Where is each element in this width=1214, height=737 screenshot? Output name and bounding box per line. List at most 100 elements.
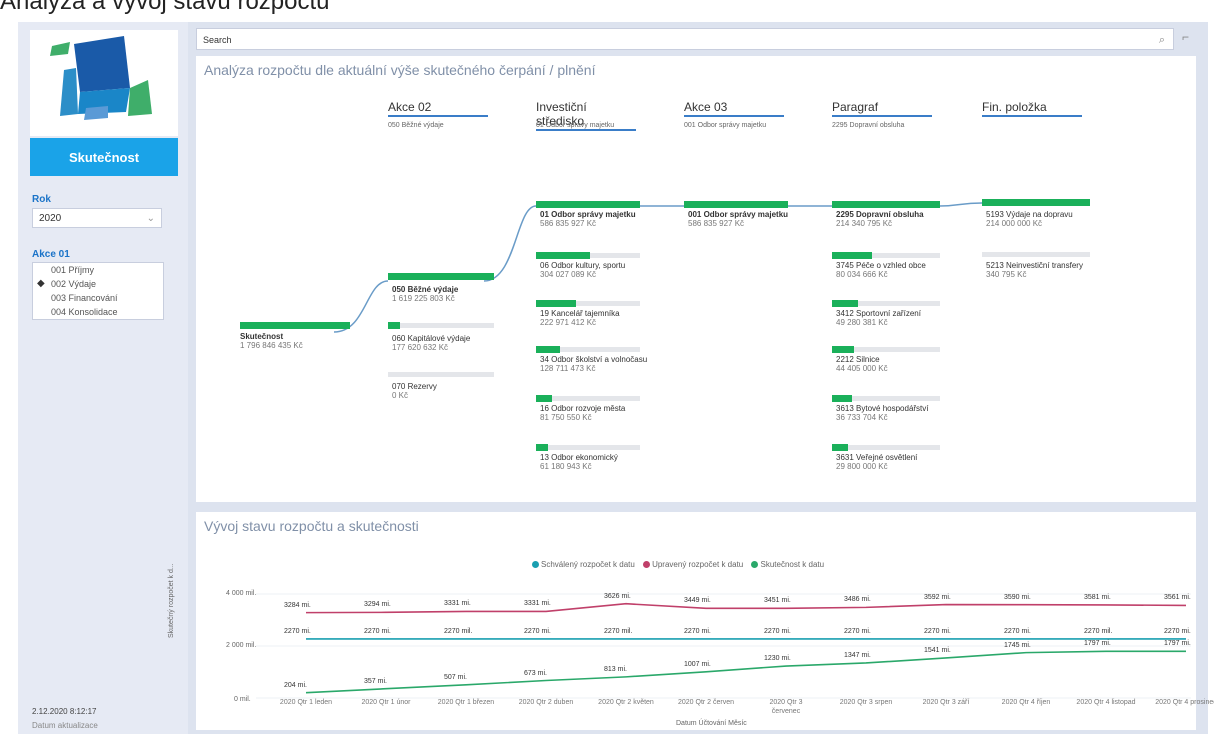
- data-label: 2270 mil.: [1084, 627, 1113, 635]
- tree-node[interactable]: 3613 Bytové hospodářství 36 733 704 Kč: [836, 404, 929, 422]
- tree-node[interactable]: 2295 Dopravní obsluha 214 340 795 Kč: [836, 210, 924, 228]
- x-tick-label: 2020 Qtr 1 březen: [437, 699, 495, 706]
- timestamp-label: Datum aktualizace: [32, 721, 98, 730]
- chevron-down-icon: ⌄: [146, 213, 155, 224]
- tree-node[interactable]: 06 Odbor kultury, sportu 304 027 089 Kč: [540, 261, 625, 279]
- data-label: 3331 mi.: [444, 600, 471, 608]
- tree-bar-bg: [576, 301, 640, 306]
- tree-bar: [832, 201, 940, 208]
- data-label: 1230 mi.: [764, 655, 791, 663]
- tree-bar-bg: [560, 347, 640, 352]
- x-tick-label: 2020 Qtr 4 prosinec: [1155, 699, 1214, 706]
- column-subheader: 2295 Dopravní obsluha: [832, 122, 905, 129]
- data-label: 2270 mil.: [604, 627, 633, 635]
- x-axis-label: Datum Účtování Měsíc: [676, 720, 747, 727]
- data-label: 2270 mi.: [284, 627, 311, 635]
- column-subheader: 050 Běžné výdaje: [388, 122, 444, 129]
- tree-bar: [684, 201, 788, 208]
- column-header-akce02[interactable]: Akce 02: [388, 100, 488, 117]
- tree-bar-bg: [548, 445, 640, 450]
- column-subheader: 01 Odbor správy majetku: [536, 122, 615, 129]
- tree-bar-bg: [854, 347, 940, 352]
- tree-bar: [832, 252, 872, 259]
- data-label: 2270 mil.: [444, 627, 473, 635]
- tree-node[interactable]: 050 Běžné výdaje 1 619 225 803 Kč: [392, 285, 458, 303]
- column-header-akce03[interactable]: Akce 03: [684, 100, 784, 117]
- tree-node[interactable]: 001 Odbor správy majetku 586 835 927 Kč: [688, 210, 788, 228]
- tree-bar: [982, 199, 1090, 206]
- tree-bar-bg: [858, 301, 940, 306]
- x-tick-label: 2020 Qtr 2 duben: [518, 699, 574, 706]
- tree-node[interactable]: 19 Kancelář tajemníka 222 971 412 Kč: [540, 309, 620, 327]
- akce-item[interactable]: 001 Příjmy: [33, 263, 163, 277]
- tree-node[interactable]: 060 Kapitálové výdaje 177 620 632 Kč: [392, 334, 470, 352]
- tree-bar: [536, 395, 552, 402]
- x-tick-label: 2020 Qtr 3 srpen: [839, 699, 893, 706]
- akce-slicer: 001 Příjmy ◆ 002 Výdaje 003 Financování 0…: [32, 262, 164, 320]
- tree-bar: [388, 273, 494, 280]
- data-label: 357 mi.: [364, 677, 387, 685]
- x-tick-label: 2020 Qtr 4 listopad: [1076, 699, 1136, 706]
- data-label: 1745 mi.: [1004, 641, 1031, 649]
- rok-value: 2020: [39, 213, 62, 224]
- data-label: 3449 mi.: [684, 597, 711, 605]
- tree-bar-bg: [848, 445, 940, 450]
- sidebar: Skutečnost Rok 2020 ⌄ Akce 01 001 Příjmy…: [18, 22, 188, 734]
- data-label: 3284 mi.: [284, 601, 311, 609]
- skutecnost-button[interactable]: Skutečnost: [30, 138, 178, 176]
- series-line[interactable]: [305, 602, 1187, 614]
- tree-node[interactable]: 3745 Péče o vzhled obce 80 034 666 Kč: [836, 261, 926, 279]
- logo-icon: [50, 36, 152, 120]
- y-axis-label: Skutečný rozpočet k d...: [168, 563, 175, 638]
- tree-node[interactable]: 5193 Výdaje na dopravu 214 000 000 Kč: [986, 210, 1073, 228]
- series-line[interactable]: [305, 650, 1186, 694]
- akce-item[interactable]: 004 Konsolidace: [33, 305, 163, 319]
- data-label: 3451 mi.: [764, 597, 791, 605]
- tree-node[interactable]: 3412 Sportovní zařízení 49 280 381 Kč: [836, 309, 921, 327]
- tree-node[interactable]: 01 Odbor správy majetku 586 835 927 Kč: [540, 210, 636, 228]
- column-header-fin-polozka[interactable]: Fin. položka: [982, 100, 1082, 117]
- tree-bar-bg: [982, 252, 1090, 257]
- data-label: 2270 mi.: [764, 627, 791, 635]
- data-label: 3626 mi.: [604, 592, 631, 600]
- tree-bar: [832, 300, 858, 307]
- data-label: 2270 mi.: [684, 627, 711, 635]
- x-tick-label: 2020 Qtr 3 září: [922, 699, 970, 706]
- column-subheader: 001 Odbor správy majetku: [684, 122, 767, 129]
- akce-item[interactable]: 003 Financování: [33, 291, 163, 305]
- data-label: 2270 mi.: [924, 627, 951, 635]
- tree-bar: [832, 395, 852, 402]
- tree-node[interactable]: 13 Odbor ekonomický 61 180 943 Kč: [540, 453, 618, 471]
- tree-bar: [536, 300, 576, 307]
- x-tick-label: 2020 Qtr 2 červen: [677, 699, 735, 706]
- tree-node[interactable]: 16 Odbor rozvoje města 81 750 550 Kč: [540, 404, 625, 422]
- arrow-icon[interactable]: ⌐: [1182, 30, 1189, 44]
- search-input[interactable]: Search ⌕: [196, 28, 1174, 50]
- data-label: 507 mi.: [444, 673, 467, 681]
- akce-label: Akce 01: [32, 249, 70, 260]
- data-label: 2270 mi.: [844, 627, 871, 635]
- page-title: Analýza a vývoj stavu rozpočtu: [0, 0, 330, 15]
- rok-dropdown[interactable]: 2020 ⌄: [32, 208, 162, 228]
- data-label: 3592 mi.: [924, 593, 951, 601]
- tree-node[interactable]: 5213 Neinvestiční transfery 340 795 Kč: [986, 261, 1083, 279]
- tree-node[interactable]: 070 Rezervy 0 Kč: [392, 382, 437, 400]
- tree-node-root[interactable]: Skutečnost 1 796 846 435 Kč: [240, 332, 303, 350]
- tree-bar-bg: [872, 253, 940, 258]
- report-frame: Skutečnost Rok 2020 ⌄ Akce 01 001 Příjmy…: [18, 22, 1214, 734]
- data-label: 3581 mi.: [1084, 593, 1111, 601]
- tree-node[interactable]: 3631 Veřejné osvětlení 29 800 000 Kč: [836, 453, 917, 471]
- tree-node[interactable]: 2212 Silnice 44 405 000 Kč: [836, 355, 888, 373]
- column-header-paragraf[interactable]: Paragraf: [832, 100, 932, 117]
- akce-item-selected[interactable]: ◆ 002 Výdaje: [33, 277, 163, 291]
- tree-bar: [536, 346, 560, 353]
- data-label: 673 mi.: [524, 669, 547, 677]
- data-label: 204 mi.: [284, 681, 307, 689]
- tree-node[interactable]: 34 Odbor školství a volnočasu 128 711 473…: [540, 355, 647, 373]
- search-icon[interactable]: ⌕: [1159, 29, 1165, 51]
- tree-bar-bg: [852, 396, 940, 401]
- data-label: 2270 mi.: [524, 627, 551, 635]
- data-label: 813 mi.: [604, 665, 627, 673]
- data-label: 1797 mi.: [1084, 640, 1111, 648]
- data-label: 2270 mi.: [1004, 627, 1031, 635]
